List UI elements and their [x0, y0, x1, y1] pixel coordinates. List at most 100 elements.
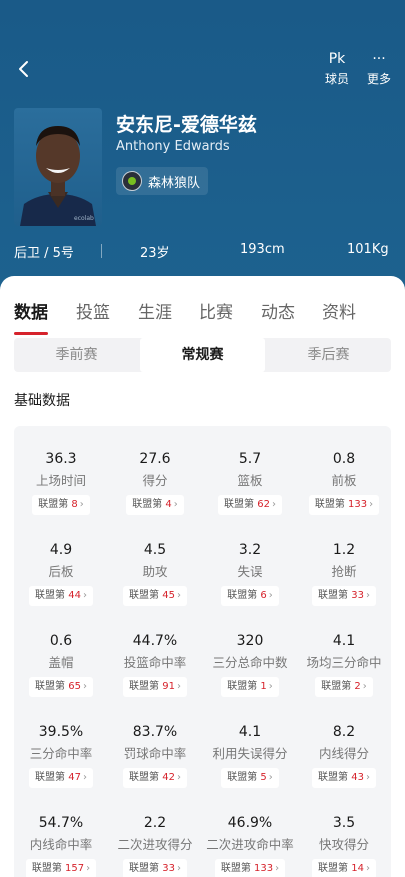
league-rank-button[interactable]: 联盟第 5 › — [221, 768, 279, 788]
player-weight: 101Kg — [347, 242, 389, 257]
league-rank-button[interactable]: 联盟第 47 › — [29, 768, 93, 788]
rank-number: 5 — [260, 772, 267, 783]
info-divider — [101, 244, 102, 258]
tab-career[interactable]: 生涯 — [138, 298, 172, 323]
player-name-en: Anthony Edwards — [116, 139, 230, 154]
team-chip[interactable]: 森林狼队 — [116, 167, 209, 195]
league-rank-button[interactable]: 联盟第 62 › — [218, 495, 282, 515]
league-rank-button[interactable]: 联盟第 33 › — [123, 859, 187, 877]
chevron-right-icon: › — [369, 499, 374, 510]
stat-label: 前板 — [331, 473, 357, 488]
league-rank-button[interactable]: 联盟第 6 › — [221, 586, 279, 606]
stat-label: 三分命中率 — [29, 746, 93, 761]
player-name-cn: 安东尼-爱德华兹 — [116, 114, 257, 136]
player-info-row: 后卫 / 5号 23岁 193cm 101Kg — [0, 242, 405, 262]
stat-value: 39.5% — [38, 724, 84, 740]
rank-number: 62 — [257, 499, 270, 510]
chevron-right-icon: › — [82, 590, 87, 601]
stat-label: 二次进攻得分 — [117, 837, 193, 852]
stat-cell: 54.7% 内线命中率 联盟第 157 › — [14, 814, 108, 877]
stat-label: 场均三分命中 — [306, 655, 382, 670]
stat-value: 54.7% — [38, 815, 84, 831]
player-button-label: 球员 — [324, 72, 349, 86]
chevron-right-icon: › — [365, 772, 370, 783]
chevron-right-icon: › — [268, 772, 273, 783]
league-rank-button[interactable]: 联盟第 14 › — [312, 859, 376, 877]
rank-prefix: 联盟第 — [38, 499, 69, 510]
stat-label: 内线得分 — [318, 746, 369, 761]
league-rank-button[interactable]: 联盟第 157 › — [25, 859, 97, 877]
chevron-right-icon: › — [176, 863, 181, 874]
rank-number: 133 — [348, 499, 368, 510]
rank-number: 8 — [71, 499, 78, 510]
stat-value: 46.9% — [227, 815, 273, 831]
stat-cell: 27.6 得分 联盟第 4 › — [108, 450, 202, 515]
stat-cell: 44.7% 投篮命中率 联盟第 91 › — [108, 632, 202, 697]
stat-label: 抢断 — [331, 564, 357, 579]
stat-value: 83.7% — [132, 724, 178, 740]
segment-playoffs[interactable]: 季后赛 — [266, 338, 391, 372]
stat-cell: 8.2 内线得分 联盟第 43 › — [297, 723, 391, 788]
tab-games[interactable]: 比赛 — [199, 298, 233, 323]
segment-regular-season[interactable]: 常规赛 — [140, 338, 265, 372]
rank-prefix: 联盟第 — [224, 499, 255, 510]
season-type-selector: 季前赛 常规赛 季后赛 — [14, 338, 391, 372]
tab-shooting[interactable]: 投篮 — [76, 298, 110, 323]
stat-cell: 4.9 后板 联盟第 44 › — [14, 541, 108, 606]
tab-bar: 数据 投篮 生涯 比赛 动态 资料 — [0, 286, 405, 335]
league-rank-button[interactable]: 联盟第 43 › — [312, 768, 376, 788]
stat-cell: 39.5% 三分命中率联盟第 47 › — [14, 723, 108, 788]
league-rank-button[interactable]: 联盟第 91 › — [123, 677, 187, 697]
stat-cell: 1.2 抢断 联盟第 33 › — [297, 541, 391, 606]
league-rank-button[interactable]: 联盟第 133 › — [308, 495, 380, 515]
stat-value: 0.6 — [49, 633, 73, 649]
league-rank-button[interactable]: 联盟第 42 › — [123, 768, 187, 788]
back-arrow-icon[interactable] — [14, 58, 36, 80]
rank-number: 2 — [354, 681, 361, 692]
rank-prefix: 联盟第 — [129, 681, 160, 692]
chevron-right-icon: › — [86, 863, 91, 874]
stat-label: 二次进攻命中率 — [206, 837, 294, 852]
stat-value: 4.5 — [143, 542, 167, 558]
stat-value: 5.7 — [238, 451, 262, 467]
position-number: 后卫 / 5号 — [14, 246, 74, 261]
stat-label: 失误 — [237, 564, 263, 579]
rank-prefix: 联盟第 — [318, 863, 349, 874]
more-button[interactable]: ··· 更多 — [359, 50, 399, 87]
stat-cell: 3.2 失误 联盟第 6 › — [203, 541, 297, 606]
stat-value: 36.3 — [45, 451, 77, 467]
stat-value: 4.1 — [238, 724, 262, 740]
league-rank-button[interactable]: 联盟第 4 › — [126, 495, 184, 515]
tab-profile[interactable]: 资料 — [322, 298, 356, 323]
league-rank-button[interactable]: 联盟第 45 › — [123, 586, 187, 606]
rank-number: 42 — [162, 772, 175, 783]
tab-data[interactable]: 数据 — [14, 298, 48, 323]
chevron-right-icon: › — [173, 499, 178, 510]
stats-grid: 36.3 上场时间 联盟第 8 › 27.6 得分 联盟第 4 › 5.7 篮板 联盟第 62 › 0.… — [14, 426, 391, 877]
league-rank-button[interactable]: 联盟第 33 › — [312, 586, 376, 606]
stat-label: 篮板 — [237, 473, 263, 488]
stat-value: 44.7% — [132, 633, 178, 649]
league-rank-button[interactable]: 联盟第 65 › — [29, 677, 93, 697]
rank-number: 14 — [351, 863, 364, 874]
rank-prefix: 联盟第 — [129, 590, 160, 601]
rank-number: 33 — [351, 590, 364, 601]
rank-number: 44 — [68, 590, 81, 601]
stat-value: 3.5 — [332, 815, 356, 831]
rank-prefix: 联盟第 — [318, 590, 349, 601]
league-rank-button[interactable]: 联盟第 2 › — [315, 677, 373, 697]
league-rank-button[interactable]: 联盟第 8 › — [32, 495, 90, 515]
stat-label: 快攻得分 — [318, 837, 369, 852]
segment-preseason[interactable]: 季前赛 — [14, 338, 139, 372]
league-rank-button[interactable]: 联盟第 1 › — [221, 677, 279, 697]
player-button[interactable]: Pk 球员 — [317, 50, 357, 87]
rank-prefix: 联盟第 — [35, 590, 66, 601]
tab-news[interactable]: 动态 — [261, 298, 295, 323]
active-tab-indicator — [14, 332, 48, 335]
league-rank-button[interactable]: 联盟第 133 › — [214, 859, 286, 877]
chevron-right-icon: › — [82, 772, 87, 783]
league-rank-button[interactable]: 联盟第 44 › — [29, 586, 93, 606]
team-name: 森林狼队 — [148, 175, 201, 191]
rank-number: 91 — [162, 681, 175, 692]
player-avatar: ecolab — [14, 108, 102, 226]
